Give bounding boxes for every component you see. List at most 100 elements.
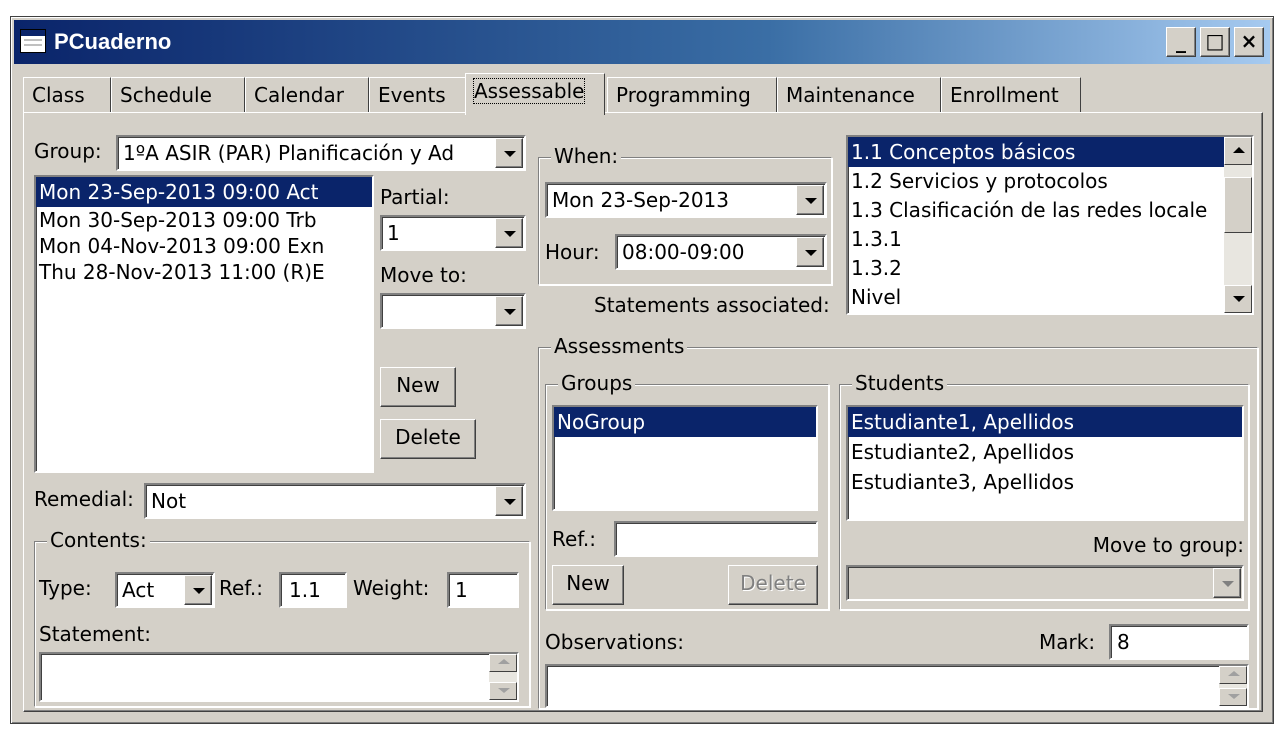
scroll-down-icon[interactable]: [1224, 285, 1252, 313]
groups-legend: Groups: [558, 370, 636, 396]
new-group-button[interactable]: New: [552, 565, 624, 605]
list-item[interactable]: 1.1 Conceptos básicos: [848, 137, 1224, 167]
date-select[interactable]: Mon 23-Sep-2013: [545, 182, 827, 218]
scroll-up-icon[interactable]: [489, 654, 517, 672]
scroll-thumb[interactable]: [1224, 177, 1252, 233]
weight-input[interactable]: 1: [447, 572, 519, 608]
close-button[interactable]: ×: [1234, 27, 1264, 57]
tab-programming[interactable]: Programming: [607, 77, 777, 113]
list-item[interactable]: 1.3 Clasificación de las redes locale: [848, 196, 1224, 225]
move-to-select[interactable]: [380, 293, 526, 329]
assessments-legend: Assessments: [551, 333, 688, 359]
window-title: PCuaderno: [54, 29, 172, 54]
tab-schedule[interactable]: Schedule: [111, 77, 245, 113]
group-select-value: 1ºA ASIR (PAR) Planificación y Ad: [123, 141, 455, 165]
contents-legend: Contents:: [47, 527, 150, 553]
list-item[interactable]: 1.3.2: [848, 254, 1224, 283]
weight-label: Weight:: [353, 576, 430, 600]
assessable-panel: Group: 1ºA ASIR (PAR) Planificación y Ad…: [23, 112, 1263, 712]
chevron-down-icon[interactable]: [495, 296, 523, 326]
ref-input[interactable]: 1.1: [279, 572, 347, 608]
type-select-value: Act: [122, 578, 155, 602]
delete-group-button[interactable]: Delete: [728, 565, 818, 605]
list-item[interactable]: 1.2 Servicios y protocolos: [848, 167, 1224, 196]
when-legend: When:: [551, 143, 622, 169]
ref-input-value: 1.1: [289, 578, 321, 602]
chevron-down-icon[interactable]: [495, 218, 523, 248]
groups-list[interactable]: NoGroup: [552, 405, 818, 511]
list-item[interactable]: Mon 30-Sep-2013 09:00 Trb: [36, 207, 372, 233]
tab-class[interactable]: Class: [23, 77, 111, 113]
weight-input-value: 1: [455, 578, 468, 602]
tab-calendar[interactable]: Calendar: [245, 77, 369, 113]
tab-maintenance[interactable]: Maintenance: [777, 77, 941, 113]
statement-label: Statement:: [39, 622, 151, 646]
assessments-groupbox: Assessments Groups NoGroup Ref.: New Del…: [538, 333, 1258, 709]
observations-scrollbar[interactable]: [1219, 666, 1247, 706]
students-groupbox: Students Estudiante1, Apellidos Estudian…: [839, 370, 1249, 610]
group-ref-input[interactable]: [614, 521, 818, 557]
type-select[interactable]: Act: [115, 572, 215, 608]
tab-events[interactable]: Events: [369, 77, 469, 113]
hour-label: Hour:: [545, 240, 600, 264]
tab-assessable[interactable]: Assessable: [465, 73, 605, 115]
list-item[interactable]: Thu 28-Nov-2013 11:00 (R)E: [36, 259, 372, 285]
mark-input[interactable]: 8: [1109, 624, 1249, 660]
observations-textarea[interactable]: [545, 664, 1249, 708]
title-bar[interactable]: PCuaderno _ □ ×: [14, 20, 1270, 64]
statements-scrollbar[interactable]: [1224, 137, 1252, 313]
partial-label: Partial:: [380, 185, 450, 209]
scroll-down-icon[interactable]: [489, 682, 517, 700]
chevron-down-icon[interactable]: [1213, 568, 1241, 598]
list-item[interactable]: Nivel: [848, 283, 1224, 312]
observations-label: Observations:: [545, 630, 684, 654]
scroll-up-icon[interactable]: [1224, 137, 1252, 165]
list-item[interactable]: 1.3.1: [848, 225, 1224, 254]
mark-label: Mark:: [1039, 630, 1096, 654]
ref-label: Ref.:: [219, 576, 263, 600]
chevron-down-icon[interactable]: [796, 237, 824, 267]
groups-groupbox: Groups NoGroup Ref.: New Delete: [545, 370, 829, 610]
statements-list-items: 1.1 Conceptos básicos 1.2 Servicios y pr…: [848, 137, 1224, 313]
chevron-down-icon[interactable]: [495, 138, 523, 168]
statements-associated-label: Statements associated:: [594, 293, 830, 317]
remedial-select-value: Not: [151, 489, 187, 513]
group-ref-label: Ref.:: [552, 527, 596, 551]
hour-select[interactable]: 08:00-09:00: [615, 234, 827, 270]
mark-input-value: 8: [1117, 630, 1130, 654]
students-list[interactable]: Estudiante1, Apellidos Estudiante2, Apel…: [846, 405, 1244, 521]
list-item[interactable]: Estudiante2, Apellidos: [848, 437, 1242, 467]
hour-select-value: 08:00-09:00: [622, 240, 745, 264]
minimize-button[interactable]: _: [1166, 27, 1196, 57]
chevron-down-icon[interactable]: [796, 185, 824, 215]
date-select-value: Mon 23-Sep-2013: [552, 188, 730, 212]
students-legend: Students: [852, 370, 948, 396]
group-select[interactable]: 1ºA ASIR (PAR) Planificación y Ad: [116, 135, 526, 171]
list-item[interactable]: Estudiante1, Apellidos: [848, 407, 1242, 437]
maximize-button[interactable]: □: [1200, 27, 1230, 57]
statement-textarea[interactable]: [39, 652, 519, 702]
list-item[interactable]: Mon 04-Nov-2013 09:00 Exn: [36, 233, 372, 259]
list-item[interactable]: Estudiante3, Apellidos: [848, 467, 1242, 497]
statement-scrollbar[interactable]: [489, 654, 517, 700]
list-item[interactable]: Mon 23-Sep-2013 09:00 Act: [36, 177, 372, 207]
remedial-label: Remedial:: [34, 487, 134, 511]
partial-select[interactable]: 1: [380, 215, 526, 251]
contents-groupbox: Contents: Type: Act Ref.: 1.1 Weight: 1 …: [34, 527, 530, 707]
tab-enrollment[interactable]: Enrollment: [941, 77, 1081, 113]
scroll-down-icon[interactable]: [1219, 688, 1247, 706]
remedial-select[interactable]: Not: [144, 483, 526, 519]
statements-list[interactable]: 1.1 Conceptos básicos 1.2 Servicios y pr…: [846, 135, 1254, 315]
tab-assessable-label: Assessable: [472, 78, 586, 104]
app-icon: [20, 29, 46, 53]
delete-event-button[interactable]: Delete: [380, 419, 476, 459]
new-event-button[interactable]: New: [380, 367, 456, 407]
scroll-up-icon[interactable]: [1219, 666, 1247, 684]
partial-select-value: 1: [387, 221, 400, 245]
move-to-group-select[interactable]: [846, 565, 1244, 601]
type-label: Type:: [39, 576, 92, 600]
chevron-down-icon[interactable]: [184, 575, 212, 605]
events-list[interactable]: Mon 23-Sep-2013 09:00 Act Mon 30-Sep-201…: [34, 175, 374, 473]
chevron-down-icon[interactable]: [495, 486, 523, 516]
list-item[interactable]: NoGroup: [554, 407, 816, 437]
